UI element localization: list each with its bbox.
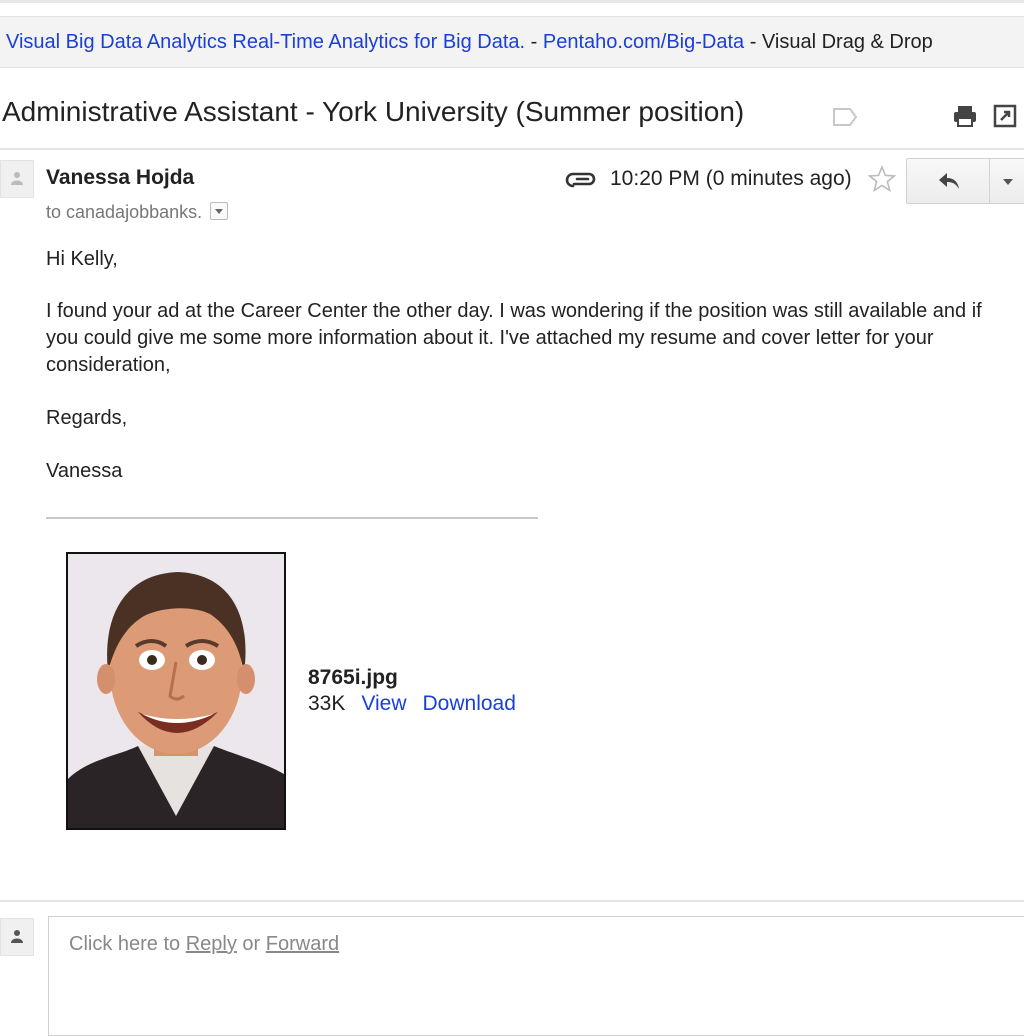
email-signature: Vanessa: [46, 460, 123, 482]
header-divider: [0, 148, 1024, 150]
more-options-button[interactable]: [989, 158, 1024, 204]
details-dropdown-icon[interactable]: [210, 202, 229, 220]
top-border: [0, 0, 1024, 3]
attachment-view-link[interactable]: View: [361, 692, 406, 715]
signature-divider: [46, 517, 538, 519]
reply-prompt: Click here to Reply or Forward: [69, 933, 339, 956]
star-icon[interactable]: [867, 164, 897, 198]
sender-avatar: [0, 160, 34, 198]
new-window-icon[interactable]: [993, 104, 1017, 133]
paperclip-icon: [565, 171, 597, 194]
ad-title-link[interactable]: Visual Big Data Analytics Real-Time Anal…: [6, 31, 525, 53]
ad-separator: -: [744, 31, 762, 53]
email-closing: Regards,: [46, 407, 128, 429]
reply-box[interactable]: Click here to Reply or Forward: [48, 916, 1024, 1036]
email-paragraph: I found your ad at the Career Center the…: [46, 300, 982, 376]
person-icon: [11, 172, 23, 185]
sender-name[interactable]: Vanessa Hojda: [46, 166, 194, 190]
email-timestamp: 10:20 PM (0 minutes ago): [610, 167, 852, 190]
ad-bar: Visual Big Data Analytics Real-Time Anal…: [0, 16, 1024, 68]
attachment-filename: 8765i.jpg: [308, 666, 398, 689]
ad-separator: -: [525, 31, 543, 53]
attachment-size: 33K: [308, 692, 346, 715]
email-subject: Administrative Assistant - York Universi…: [2, 96, 745, 127]
print-icon[interactable]: [952, 104, 978, 133]
attachment-meta: 33K View Download: [308, 692, 516, 716]
forward-link[interactable]: Forward: [266, 933, 339, 955]
reply-arrow-icon: [939, 173, 959, 189]
reply-button[interactable]: [906, 158, 990, 204]
person-icon: [11, 930, 23, 943]
ad-url-link[interactable]: Pentaho.com/Big-Data: [543, 31, 744, 53]
recipient-line: to canadajobbanks.: [46, 202, 229, 223]
reply-link[interactable]: Reply: [186, 933, 237, 955]
recipient-text: to canadajobbanks.: [46, 202, 203, 222]
reply-divider: [0, 900, 1024, 902]
reply-prompt-prefix: Click here to: [69, 933, 186, 955]
email-greeting: Hi Kelly,: [46, 248, 118, 270]
reply-prompt-middle: or: [236, 933, 266, 955]
user-avatar: [0, 918, 34, 956]
label-icon[interactable]: [832, 107, 858, 132]
ad-description: Visual Drag & Drop: [761, 31, 933, 53]
attachment-download-link[interactable]: Download: [423, 692, 516, 715]
attachment-thumbnail[interactable]: [66, 552, 286, 830]
